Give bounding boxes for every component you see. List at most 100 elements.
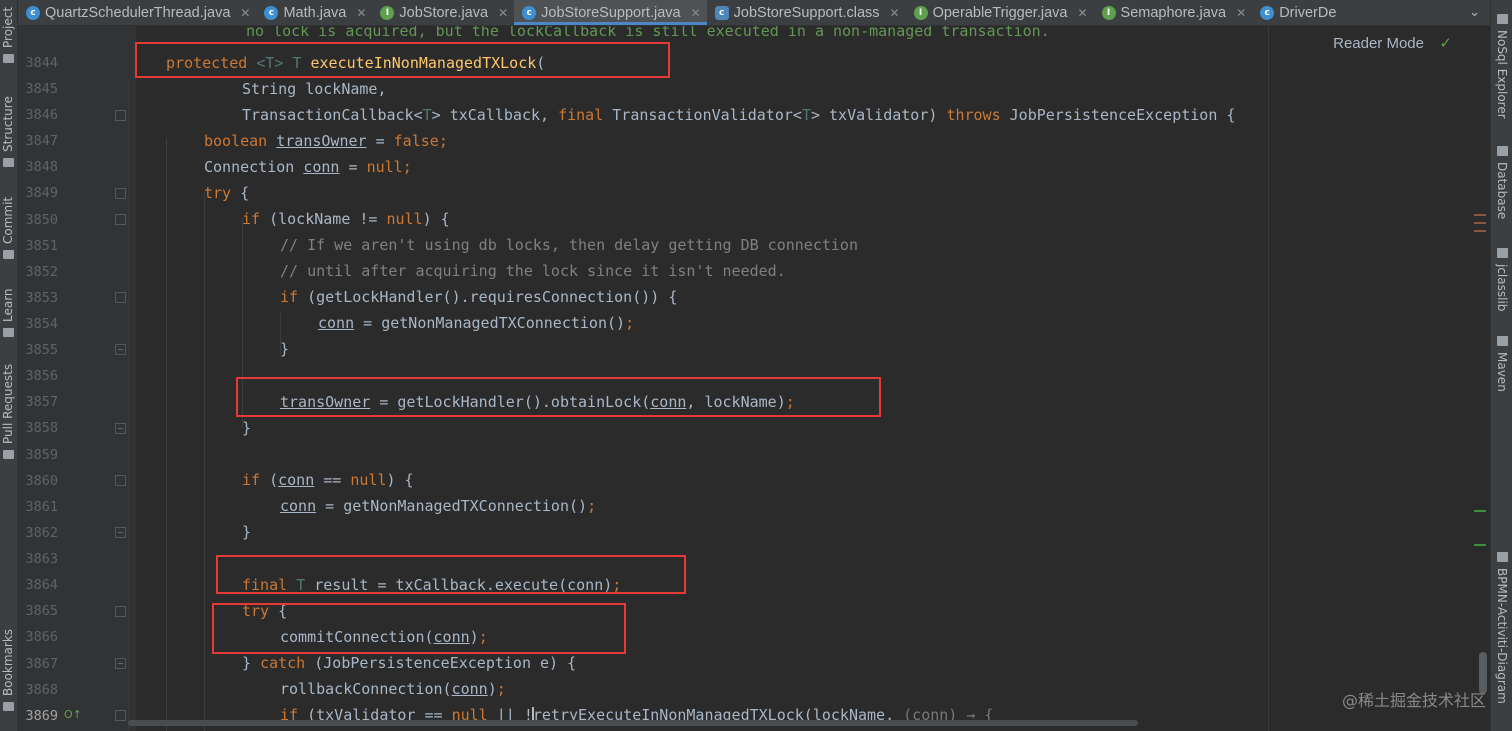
- change-stripe-mark[interactable]: [1474, 510, 1486, 512]
- close-icon[interactable]: ✕: [356, 6, 366, 20]
- token: TransactionValidator<: [612, 106, 802, 124]
- tool-bpmn-diagram[interactable]: BPMN-Activiti-Diagram: [1494, 552, 1512, 722]
- tab-label: QuartzSchedulerThread.java: [45, 4, 231, 21]
- interface-file-icon: I: [1101, 5, 1116, 20]
- tool-project[interactable]: Project: [0, 0, 18, 63]
- close-icon[interactable]: ✕: [240, 6, 250, 20]
- tool-structure-label: Structure: [1, 96, 15, 152]
- tab-jobstore-support-java[interactable]: c JobStoreSupport.java ✕: [514, 0, 707, 25]
- tool-bookmarks[interactable]: Bookmarks: [0, 622, 18, 722]
- code-line-3846: TransactionCallback<T> txCallback, final…: [242, 104, 1235, 126]
- interface-file-icon: I: [913, 5, 928, 20]
- commit-icon: [3, 250, 14, 259]
- tab-quartz-scheduler-thread[interactable]: c QuartzSchedulerThread.java ✕: [18, 0, 256, 25]
- code-line-3868: rollbackConnection(conn);: [280, 678, 506, 700]
- close-icon[interactable]: ✕: [1077, 6, 1087, 20]
- token: throws: [946, 106, 1010, 124]
- token: ) {: [422, 210, 450, 228]
- tool-nosql-explorer[interactable]: NoSql Explorer: [1494, 14, 1512, 124]
- token: rollbackConnection(: [280, 680, 452, 698]
- bookmark-icon: [3, 702, 14, 711]
- tab-label: JobStoreSupport.class: [733, 4, 880, 21]
- token: if: [242, 210, 270, 228]
- token: conn: [278, 471, 315, 489]
- code-line-3861: conn = getNonManagedTXConnection();: [280, 495, 596, 517]
- tool-database[interactable]: Database: [1494, 146, 1512, 226]
- code-line-3847: boolean transOwner = false;: [204, 130, 448, 152]
- token: > txValidator): [810, 106, 947, 124]
- code-editor[interactable]: 3844 3845 3846 3847 3848 3849 3850 3851 …: [18, 26, 1490, 731]
- tab-label: Math.java: [283, 4, 347, 21]
- tab-jobstore-support-class[interactable]: c JobStoreSupport.class ✕: [707, 0, 906, 25]
- tab-semaphore[interactable]: I Semaphore.java ✕: [1094, 0, 1253, 25]
- change-stripe-mark[interactable]: [1474, 544, 1486, 546]
- tool-pull-requests-label: Pull Requests: [1, 363, 15, 444]
- nosql-icon: [1497, 14, 1508, 24]
- database-icon: [1497, 146, 1508, 156]
- token: =: [339, 158, 367, 176]
- tab-label: DriverDe: [1279, 4, 1337, 21]
- tool-database-label: Database: [1495, 162, 1509, 220]
- tool-pull-requests[interactable]: Pull Requests: [0, 358, 18, 463]
- token: final: [558, 106, 613, 124]
- token: catch: [260, 654, 315, 672]
- tool-jclasslib[interactable]: jclasslib: [1494, 248, 1512, 318]
- token: try: [204, 184, 241, 202]
- close-icon[interactable]: ✕: [691, 6, 701, 20]
- token: false: [393, 132, 439, 150]
- token: }: [242, 654, 261, 672]
- close-icon[interactable]: ✕: [1236, 6, 1246, 20]
- token: TransactionCallback<: [242, 106, 423, 124]
- tool-bookmarks-label: Bookmarks: [1, 628, 15, 696]
- tab-operable-trigger[interactable]: I OperableTrigger.java ✕: [906, 0, 1094, 25]
- learn-icon: [3, 328, 14, 337]
- class-file-icon: c: [522, 5, 537, 20]
- tool-learn[interactable]: Learn: [0, 280, 18, 340]
- code-line-3867: } catch (JobPersistenceException e) {: [242, 652, 576, 674]
- token: = getNonManagedTXConnection(): [316, 497, 588, 515]
- token: conn: [280, 497, 317, 515]
- token: (lockName !=: [269, 210, 387, 228]
- tool-maven[interactable]: Maven: [1494, 336, 1512, 398]
- token: ;: [402, 158, 412, 176]
- token: conn: [303, 158, 340, 176]
- error-stripe-mark[interactable]: [1474, 230, 1486, 232]
- token: ;: [438, 132, 448, 150]
- token: null: [366, 158, 403, 176]
- pull-request-icon: [3, 450, 14, 459]
- error-stripe-mark[interactable]: [1474, 222, 1486, 224]
- tab-label: Semaphore.java: [1120, 4, 1227, 21]
- reader-mode-toggle[interactable]: Reader Mode: [1333, 35, 1424, 52]
- code-line-3858: }: [242, 419, 252, 437]
- token: ): [487, 680, 497, 698]
- horizontal-scrollbar[interactable]: [128, 720, 1138, 726]
- token: = getNonManagedTXConnection(): [354, 314, 626, 332]
- token: null: [386, 210, 423, 228]
- token: ==: [314, 471, 351, 489]
- token: T: [801, 106, 811, 124]
- tab-overflow-chevron-icon[interactable]: ⌄: [1459, 0, 1490, 25]
- class-file-icon: c: [26, 5, 40, 20]
- inspection-ok-icon[interactable]: ✓: [1439, 34, 1452, 52]
- compiled-class-icon: c: [714, 5, 729, 20]
- tab-driver-delegate[interactable]: c DriverDe: [1252, 0, 1342, 25]
- class-file-icon: c: [1260, 5, 1275, 20]
- code-line-3852: // until after acquiring the lock since …: [280, 262, 786, 280]
- token: (: [269, 471, 279, 489]
- code-line-3860: if (conn == null) {: [242, 469, 414, 491]
- close-icon[interactable]: ✕: [498, 6, 508, 20]
- highlight-box: [212, 603, 626, 654]
- token: ;: [625, 314, 635, 332]
- tab-jobstore[interactable]: I JobStore.java ✕: [372, 0, 514, 25]
- tool-nosql-label: NoSql Explorer: [1495, 30, 1509, 119]
- highlight-box: [135, 42, 670, 78]
- class-file-icon: c: [264, 5, 279, 20]
- jclasslib-icon: [1497, 248, 1508, 258]
- close-icon[interactable]: ✕: [890, 6, 900, 20]
- tool-commit[interactable]: Commit: [0, 190, 18, 260]
- tool-structure[interactable]: Structure: [0, 88, 18, 167]
- error-stripe-mark[interactable]: [1474, 214, 1486, 216]
- highlight-box: [216, 555, 686, 594]
- javadoc-line: no lock is acquired, but the lockCallbac…: [246, 26, 1050, 40]
- tab-math[interactable]: c Math.java ✕: [256, 0, 372, 25]
